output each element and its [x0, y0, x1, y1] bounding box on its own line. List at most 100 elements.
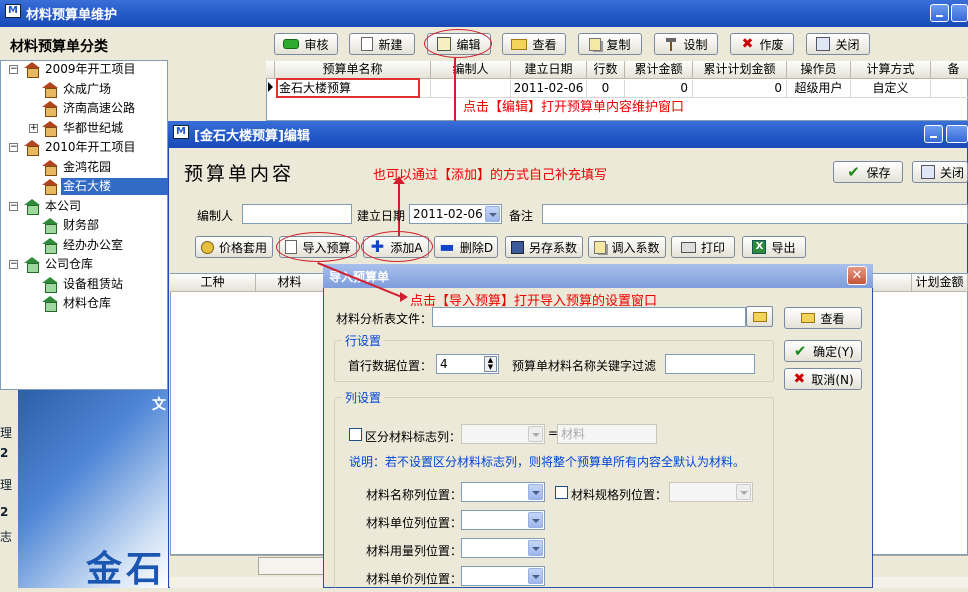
exit-door-icon [816, 37, 831, 51]
audit-button[interactable]: 审核 [274, 33, 338, 55]
tree-item[interactable]: 众成广场 [0, 81, 168, 98]
spinner-arrows-icon[interactable]: ▲ ▼ [484, 356, 497, 372]
tree-expander-icon[interactable]: − [9, 201, 18, 211]
table-cell[interactable]: 超级用户 [787, 80, 851, 98]
note-input[interactable] [542, 204, 968, 224]
main-title-bar: M 材料预算单维护 [0, 0, 968, 27]
grid-header-cell[interactable]: 计算方式 [851, 61, 931, 79]
ok-button[interactable]: ✔ 确定(Y) [784, 340, 862, 362]
cancel-button[interactable]: ✖ 取消(N) [784, 368, 862, 390]
export-button[interactable]: X 导出 [742, 236, 806, 258]
load-coef-button[interactable]: 调入系数 [588, 236, 666, 258]
dialog-view-button[interactable]: 查看 [784, 307, 862, 329]
tree-item-label: 金鸿花园 [63, 159, 112, 174]
import-dialog-close-button[interactable]: ✕ [847, 266, 867, 285]
keyword-filter-label: 预算单材料名称关键字过滤 [512, 359, 657, 373]
grid-header-cell[interactable]: 建立日期 [511, 61, 587, 79]
edit-restore-button[interactable] [946, 125, 968, 143]
import-highlight-ellipse [276, 232, 360, 262]
chevron-down-icon[interactable] [485, 206, 500, 222]
grid-header-cell[interactable]: 编制人 [431, 61, 511, 79]
house-green-icon [42, 218, 58, 234]
setup-button[interactable]: 设制 [654, 33, 718, 55]
tree-item[interactable]: 经办办公室 [0, 237, 168, 254]
table-cell[interactable]: 自定义 [851, 80, 931, 98]
grid-header-cell[interactable]: 行数 [587, 61, 625, 79]
editor-input[interactable] [242, 204, 352, 224]
tree-expander-icon[interactable]: − [9, 65, 18, 74]
tree-expander-icon[interactable]: + [29, 123, 38, 133]
edit-minimize-button[interactable] [924, 125, 943, 143]
folder-icon [801, 313, 816, 323]
close-button[interactable]: 关闭 [806, 33, 870, 55]
tree-item[interactable]: 济南高速公路 [0, 100, 168, 117]
house-green-icon [42, 237, 58, 254]
save-coef-button[interactable]: 另存系数 [505, 236, 583, 258]
add-highlight-ellipse [361, 231, 433, 262]
price-col-select[interactable] [461, 566, 545, 586]
tree-item[interactable]: − 2010年开工项目 [0, 139, 168, 156]
tree-item[interactable]: − 本公司 [0, 198, 168, 215]
table-cell[interactable] [931, 80, 968, 98]
first-row-spinner[interactable]: 4 ▲ ▼ [436, 354, 499, 374]
name-col-select[interactable] [461, 482, 545, 502]
new-document-icon [361, 37, 374, 51]
unit-col-select[interactable] [461, 510, 545, 530]
file-input[interactable] [432, 307, 746, 327]
save-button[interactable]: ✔ 保存 [833, 161, 903, 183]
excel-icon: X [752, 240, 767, 254]
grid-header-cell[interactable]: 备 [931, 61, 968, 79]
tree-item[interactable]: 设备租赁站 [0, 276, 168, 293]
tree-item[interactable]: 财务部 [0, 217, 168, 234]
grid-header-cell[interactable]: 预算单名称 [275, 61, 431, 79]
grid-header-cell[interactable]: 累计计划金额 [693, 61, 787, 79]
side-text-4: 2 [0, 505, 9, 519]
table-cell[interactable]: 0 [693, 80, 787, 98]
edit-heading: 预算单内容 [184, 163, 295, 185]
copy-icon [589, 37, 602, 51]
edit-grid-header-material: 材料 [256, 274, 324, 292]
tree-item-label: 众成广场 [63, 81, 112, 96]
app-icon: M [5, 4, 21, 18]
banner-brand-text: 金石 [86, 549, 167, 590]
tree-item[interactable]: − 2009年开工项目 [0, 61, 168, 78]
copy-button[interactable]: 复制 [578, 33, 642, 55]
side-text-1: 理 [0, 426, 13, 440]
tree-item[interactable]: 金石大楼 [0, 178, 168, 195]
tree-item[interactable]: + 华都世纪城 [0, 120, 168, 137]
grid-header-cell[interactable]: 操作员 [787, 61, 851, 79]
flag-value-input[interactable]: 材料 [557, 424, 657, 444]
spec-col-select[interactable] [669, 482, 753, 502]
restore-button[interactable] [951, 4, 968, 22]
edit-close-button[interactable]: 关闭 [912, 161, 968, 183]
tree-item[interactable]: 材料仓库 [0, 295, 168, 312]
house-green-icon [42, 296, 58, 312]
tree-item[interactable]: − 公司仓库 [0, 256, 168, 273]
floppy-disk-icon [510, 240, 524, 254]
new-button[interactable]: 新建 [349, 33, 415, 55]
tree-item-label: 2010年开工项目 [45, 140, 136, 154]
view-button[interactable]: 查看 [502, 33, 566, 55]
tree-item[interactable]: 金鸿花园 [0, 159, 168, 176]
date-label: 建立日期 [357, 209, 406, 223]
grid-header-cell[interactable]: 累计金额 [625, 61, 693, 79]
price-apply-button[interactable]: 价格套用 [195, 236, 273, 258]
browse-button[interactable] [746, 306, 773, 327]
tree-expander-icon[interactable]: − [9, 143, 18, 152]
date-picker[interactable]: 2011-02-06 [409, 204, 502, 224]
qty-col-select[interactable] [461, 538, 545, 558]
delete-button[interactable]: ▬ 删除D [434, 236, 498, 258]
tree-item-label: 公司仓库 [45, 257, 94, 271]
flag-column-checkbox[interactable] [349, 428, 362, 441]
flag-note: 说明：若不设置区分材料标志列，则将整个预算单所有内容全默认为材料。 [349, 455, 746, 469]
keyword-filter-input[interactable] [665, 354, 755, 374]
flag-column-select[interactable] [461, 424, 545, 444]
void-button[interactable]: ✖ 作废 [730, 33, 794, 55]
print-button[interactable]: 打印 [671, 236, 735, 258]
minimize-button[interactable] [930, 4, 949, 22]
tree-expander-icon[interactable]: − [9, 260, 18, 269]
chevron-down-icon [528, 484, 543, 500]
green-check-icon [283, 39, 300, 49]
spec-column-checkbox[interactable] [555, 486, 568, 499]
chevron-down-icon [528, 540, 543, 556]
